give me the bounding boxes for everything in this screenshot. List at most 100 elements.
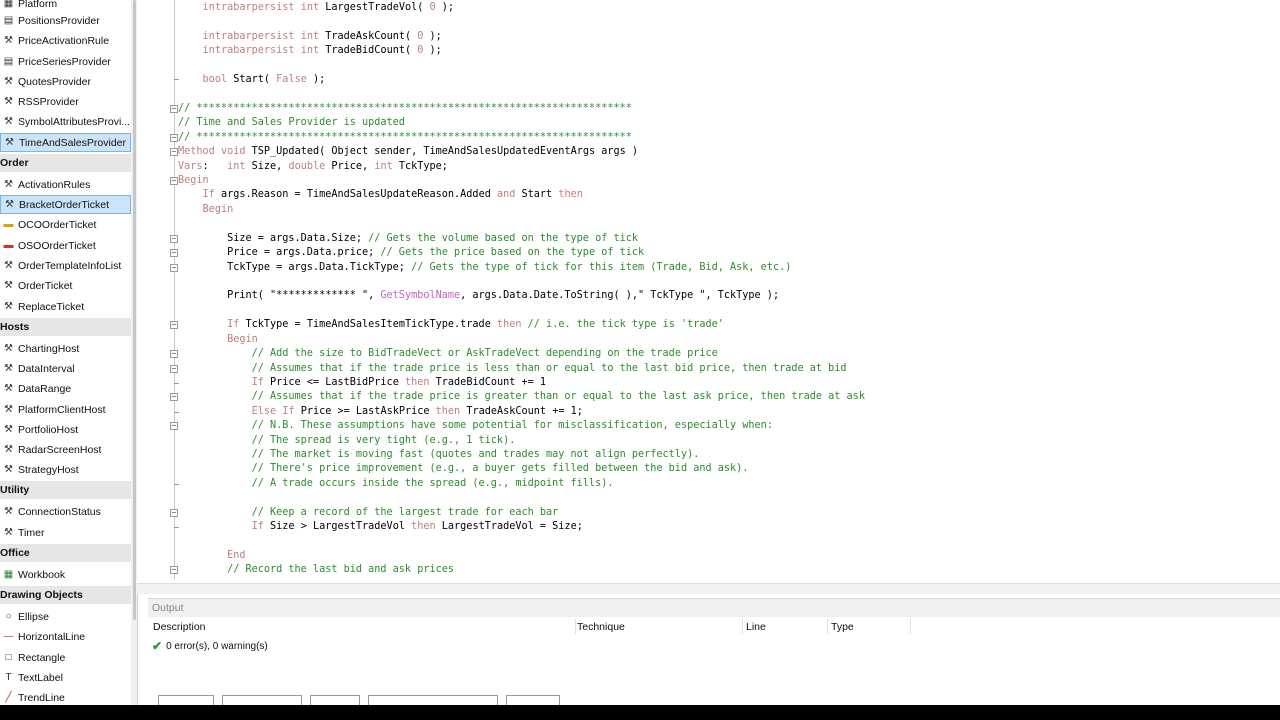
column-line[interactable]: Line <box>746 621 766 633</box>
code-line[interactable]: // Add the size to BidTradeVect or AskTr… <box>178 347 718 361</box>
output-status-row[interactable]: ✔ 0 error(s), 0 warning(s) <box>152 639 268 653</box>
code-line[interactable]: // Assumes that if the trade price is le… <box>178 362 847 376</box>
column-separator[interactable] <box>575 619 576 634</box>
toolbox-item[interactable]: ⚒ QuotesProvider <box>0 72 131 91</box>
toolbox-item[interactable]: ○ Ellipse <box>0 607 131 626</box>
code-line[interactable]: Method void TSP_Updated( Object sender, … <box>178 145 638 159</box>
fold-toggle[interactable]: − <box>170 365 178 373</box>
fold-toggle[interactable]: − <box>170 134 178 142</box>
output-pane-title[interactable]: Output <box>148 599 1280 617</box>
toolbox-item[interactable]: ▬ OSOOrderTicket <box>0 236 131 255</box>
code-line[interactable]: TckType = args.Data.TickType; // Gets th… <box>178 261 791 275</box>
toolbox-item[interactable]: ⚒ OrderTemplateInfoList <box>0 256 131 275</box>
toolbox-item[interactable]: ⚒ Timer <box>0 523 131 542</box>
toolbox-item[interactable]: ⚒ BracketOrderTicket <box>0 195 131 214</box>
toolbox-item[interactable]: ⚒ RadarScreenHost <box>0 440 131 459</box>
code-line[interactable]: If Size > LargestTradeVol then LargestTr… <box>178 520 583 534</box>
column-type[interactable]: Type <box>831 621 854 633</box>
output-status-text: 0 error(s), 0 warning(s) <box>166 640 268 652</box>
code-line[interactable]: Else If Price >= LastAskPrice then Trade… <box>178 405 583 419</box>
code-line[interactable]: bool Start( False ); <box>178 73 326 87</box>
fold-toggle[interactable]: − <box>170 105 178 113</box>
code-line[interactable]: Begin <box>178 203 234 217</box>
code-line[interactable]: intrabarpersist int TradeBidCount( 0 ); <box>178 44 442 58</box>
toolbox-item[interactable]: ╱ TrendLine <box>0 688 131 705</box>
fold-toggle[interactable]: − <box>170 235 178 243</box>
column-description[interactable]: Description <box>153 621 206 633</box>
toolbox-scrollbar-thumb[interactable] <box>133 0 136 620</box>
toolbox-category-utility[interactable]: Utility <box>0 481 131 499</box>
toolbox-item[interactable]: ⚒ ActivationRules <box>0 175 131 194</box>
code-line[interactable]: Print( "************* ", GetSymbolName, … <box>178 289 779 303</box>
toolbox-category-hosts[interactable]: Hosts <box>0 318 131 336</box>
fold-toggle[interactable]: − <box>170 350 178 358</box>
code-line[interactable]: If Price <= LastBidPrice then TradeBidCo… <box>178 376 546 390</box>
code-line[interactable]: End <box>178 549 245 563</box>
code-line[interactable]: Price = args.Data.price; // Gets the pri… <box>178 246 644 260</box>
column-separator[interactable] <box>827 619 828 634</box>
toolbox-category-order[interactable]: Order <box>0 154 131 172</box>
fold-toggle[interactable]: − <box>170 264 178 272</box>
code-line[interactable]: // *************************************… <box>178 102 632 116</box>
toolbox-category-office[interactable]: Office <box>0 544 131 562</box>
fold-toggle[interactable]: − <box>170 509 178 517</box>
toolbox-category-drawing-objects[interactable]: Drawing Objects <box>0 586 131 604</box>
fold-toggle[interactable]: − <box>170 148 178 156</box>
column-separator[interactable] <box>910 619 911 634</box>
toolbox-item[interactable]: ⚒ PriceActivationRule <box>0 31 131 50</box>
toolbox-item[interactable]: ⚒ ConnectionStatus <box>0 502 131 521</box>
code-line[interactable]: // N.B. These assumptions have some pote… <box>178 419 773 433</box>
data-interval-icon: ⚒ <box>4 363 13 374</box>
toolbox-item[interactable]: ⚒ RSSProvider <box>0 92 131 111</box>
code-line[interactable]: If TckType = TimeAndSalesItemTickType.tr… <box>178 318 724 332</box>
toolbox-item[interactable]: ⚒ DataInterval <box>0 359 131 378</box>
toolbox-item[interactable]: ▦ Workbook <box>0 565 131 584</box>
code-line[interactable]: // A trade occurs inside the spread (e.g… <box>178 477 614 491</box>
code-line[interactable]: // There's price improvement (e.g., a bu… <box>178 462 749 476</box>
column-technique[interactable]: Technique <box>577 621 625 633</box>
fold-toggle[interactable]: − <box>170 321 178 329</box>
trend-line-icon: ╱ <box>5 692 12 703</box>
timer-icon: ⚒ <box>4 527 13 538</box>
code-line[interactable]: // *************************************… <box>178 131 632 145</box>
toolbox-item[interactable]: ▬ OCOOrderTicket <box>0 215 131 234</box>
toolbox-item[interactable]: ⚒ OrderTicket <box>0 276 131 295</box>
code-line[interactable]: Begin <box>178 333 258 347</box>
toolbox-item[interactable]: ⚒ DataRange <box>0 379 131 398</box>
column-separator[interactable] <box>742 619 743 634</box>
fold-toggle[interactable]: − <box>170 249 178 257</box>
code-editor[interactable]: intrabarpersist int LargestTradeVol( 0 )… <box>137 0 1280 592</box>
toolbox-item[interactable]: □ Rectangle <box>0 648 131 667</box>
toolbox-item[interactable]: ⚒ PlatformClientHost <box>0 400 131 419</box>
code-line[interactable]: intrabarpersist int TradeAskCount( 0 ); <box>178 30 442 44</box>
toolbox-item[interactable]: ⚒ ChartingHost <box>0 339 131 358</box>
toolbox-item[interactable]: T TextLabel <box>0 668 131 687</box>
code-line[interactable]: // Assumes that if the trade price is gr… <box>178 390 865 404</box>
code-line[interactable]: Begin <box>178 174 209 188</box>
fold-toggle[interactable]: − <box>170 566 178 574</box>
editor-horizontal-scrollbar[interactable] <box>137 583 1280 594</box>
code-line[interactable]: // Keep a record of the largest trade fo… <box>178 506 559 520</box>
toolbox-item[interactable]: ⚒ PortfolioHost <box>0 420 131 439</box>
toolbox-item-label: RadarScreenHost <box>18 443 102 456</box>
code-line[interactable]: Vars: int Size, double Price, int TckTyp… <box>178 160 448 174</box>
price-series-provider-icon: ▤ <box>3 56 14 67</box>
toolbox-item[interactable]: — HorizontalLine <box>0 627 131 646</box>
code-line[interactable]: If args.Reason = TimeAndSalesUpdateReaso… <box>178 188 583 202</box>
toolbox-item[interactable]: ⚒ TimeAndSalesProvider <box>0 133 131 152</box>
toolbox-item[interactable]: ▤ PriceSeriesProvider <box>0 52 131 71</box>
code-line[interactable]: // The spread is very tight (e.g., 1 tic… <box>178 434 516 448</box>
code-line[interactable]: // The market is moving fast (quotes and… <box>178 448 700 462</box>
code-line[interactable]: Size = args.Data.Size; // Gets the volum… <box>178 232 638 246</box>
fold-toggle[interactable]: − <box>170 422 178 430</box>
fold-toggle[interactable]: − <box>170 393 178 401</box>
fold-toggle[interactable]: − <box>170 177 178 185</box>
toolbox-item[interactable]: ▤ PositionsProvider <box>0 11 131 30</box>
toolbox-item[interactable]: ⚒ SymbolAttributesProvi... <box>0 112 131 131</box>
code-line[interactable]: // Time and Sales Provider is updated <box>178 116 405 130</box>
toolbox-item[interactable]: ⚒ ReplaceTicket <box>0 297 131 316</box>
toolbox-item[interactable]: ⚒ StrategyHost <box>0 460 131 479</box>
rectangle-icon: □ <box>5 652 12 663</box>
code-line[interactable]: intrabarpersist int LargestTradeVol( 0 )… <box>178 1 455 15</box>
code-line[interactable]: // Record the last bid and ask prices <box>178 563 454 577</box>
